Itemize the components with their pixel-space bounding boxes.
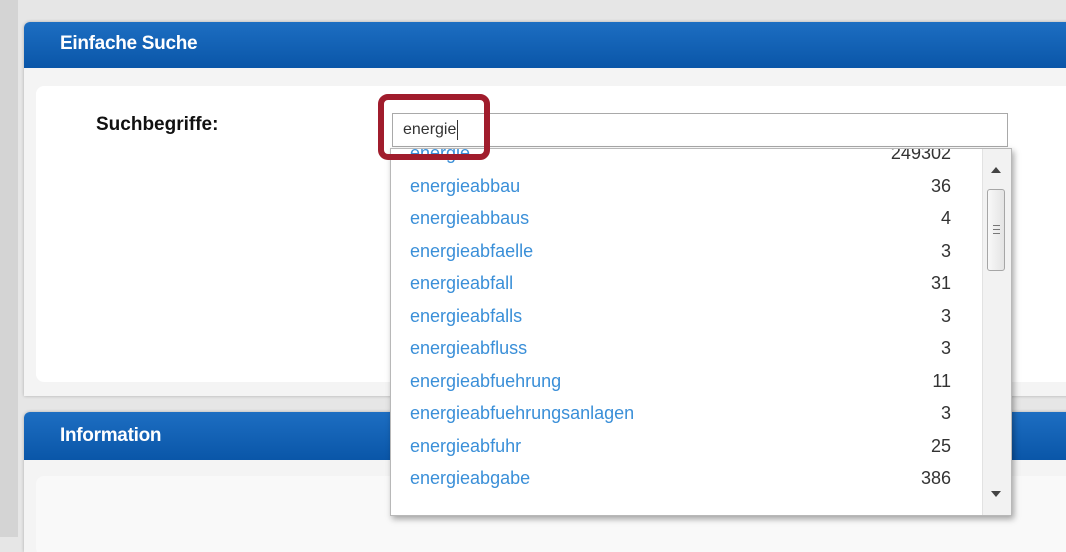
suggestion-count: 36 xyxy=(930,175,951,196)
suggestion-item[interactable]: energieabfluss 3 xyxy=(391,332,981,365)
suggestion-item[interactable]: energieabbau 36 xyxy=(391,170,981,203)
suggestion-count: 3 xyxy=(940,240,951,261)
suggestion-term: energieabfall xyxy=(410,273,514,293)
search-input-value: energie xyxy=(403,121,457,138)
scroll-thumb[interactable] xyxy=(987,189,1005,271)
suggestion-count: 3 xyxy=(940,403,951,423)
suggestion-term: energieabfaelle xyxy=(410,240,534,261)
suggestion-item[interactable]: energie 249302 xyxy=(391,148,981,170)
search-panel-title: Einfache Suche xyxy=(24,22,1066,68)
suggestion-item[interactable]: energieabbaus 4 xyxy=(391,202,981,235)
suggestion-count: 3 xyxy=(940,338,951,358)
suggestion-count: 386 xyxy=(920,468,951,488)
suggestion-term: energieabfalls xyxy=(410,305,523,326)
suggestion-term: energieabbaus xyxy=(410,208,530,228)
suggestion-term: energieabfuehrungsanlagen xyxy=(410,403,635,423)
suggestion-term: energieabfuehrung xyxy=(410,370,562,391)
dropdown-scrollbar[interactable] xyxy=(982,149,1011,515)
autocomplete-dropdown[interactable]: energie 249302 energieabbau 36 energieabbaus… xyxy=(390,148,1012,516)
suggestion-item[interactable]: energieabgabe 386 xyxy=(391,462,981,495)
suggestion-term: energieabgabe xyxy=(410,468,531,488)
page-left-edge xyxy=(0,0,18,537)
suggestion-term: energieabbau xyxy=(410,175,521,196)
suggestion-term: energie xyxy=(410,148,471,163)
suggestion-item[interactable]: energieabfall 31 xyxy=(391,267,981,300)
suggestion-term: energieabfluss xyxy=(410,338,528,358)
suggestion-count: 31 xyxy=(930,273,951,293)
suggestion-item[interactable]: energieabfaelle 3 xyxy=(391,235,981,268)
suggestion-item[interactable]: energieabfuhr 25 xyxy=(391,430,981,463)
grip-line xyxy=(993,225,1000,226)
search-input[interactable]: energie xyxy=(392,113,1008,147)
suggestion-count: 249302 xyxy=(890,148,951,163)
suggestion-item[interactable]: energieabfuehrung 11 xyxy=(391,365,981,398)
text-caret xyxy=(457,119,459,140)
search-terms-label: Suchbegriffe: xyxy=(96,114,219,135)
suggestion-list: energie 249302 energieabbau 36 energieabbaus… xyxy=(391,148,981,495)
suggestion-count: 11 xyxy=(932,370,951,391)
scroll-down-arrow-icon[interactable] xyxy=(991,491,1001,497)
scroll-up-arrow-icon[interactable] xyxy=(991,167,1001,173)
suggestion-term: energieabfuhr xyxy=(410,435,522,456)
suggestion-count: 4 xyxy=(940,208,951,228)
suggestion-item[interactable]: energieabfalls 3 xyxy=(391,300,981,333)
grip-line xyxy=(993,229,1000,230)
grip-line xyxy=(993,233,1000,234)
suggestion-count: 25 xyxy=(930,435,951,456)
suggestion-item[interactable]: energieabfuehrungsanlagen 3 xyxy=(391,397,981,430)
suggestion-count: 3 xyxy=(940,305,951,326)
